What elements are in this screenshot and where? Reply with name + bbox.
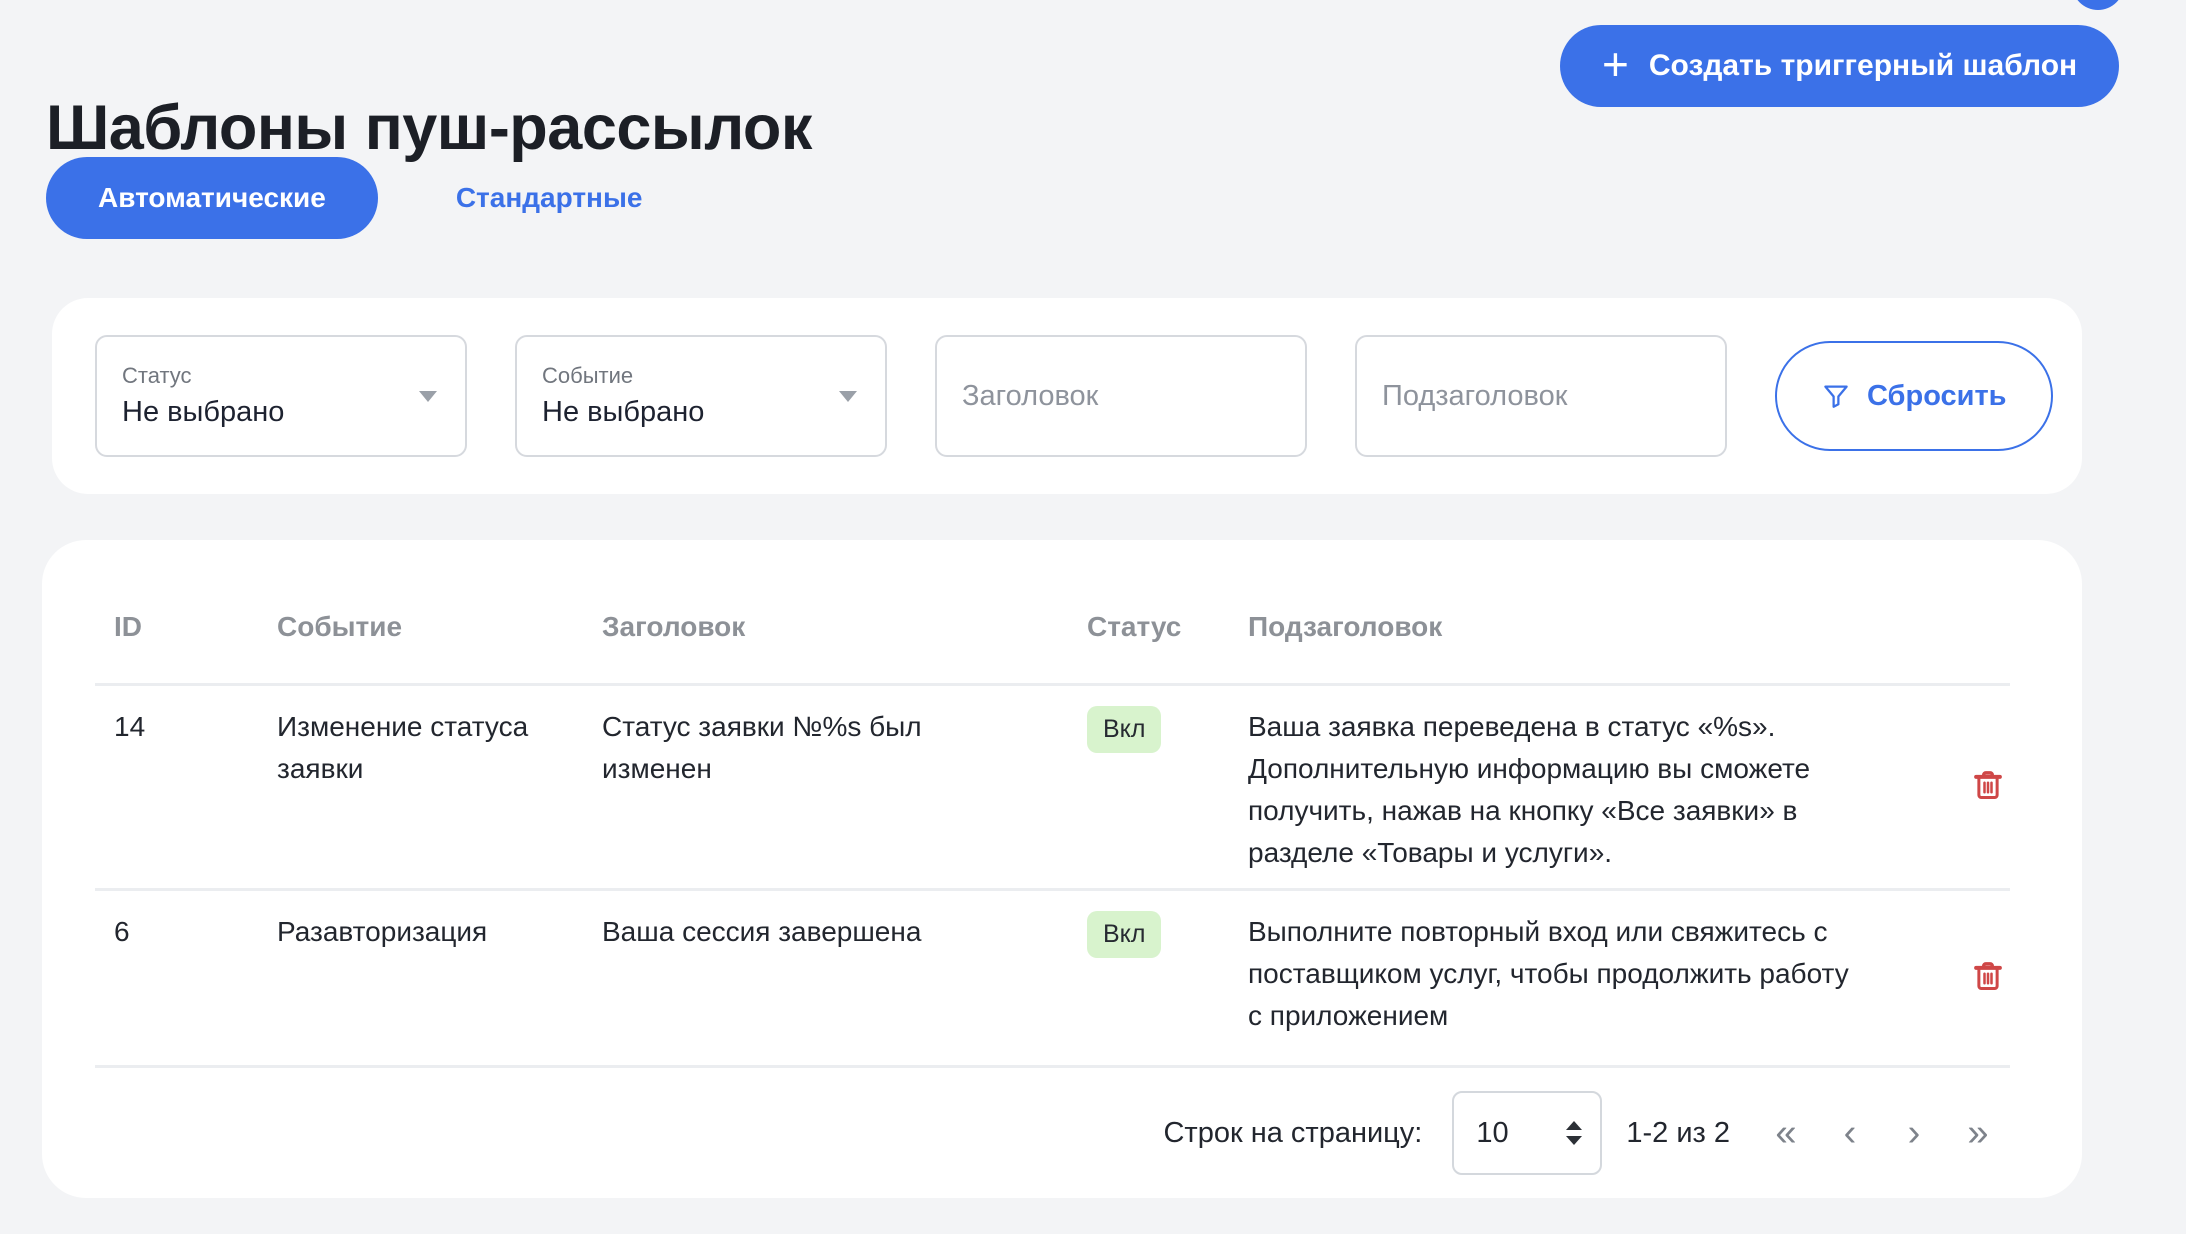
prev-page-button[interactable]: ‹ <box>1818 1101 1882 1165</box>
chevron-down-icon <box>839 391 857 402</box>
filter-funnel-icon <box>1821 381 1851 411</box>
status-filter-select[interactable]: Статус Не выбрано <box>95 335 467 457</box>
rows-per-page-value: 10 <box>1476 1117 1508 1150</box>
chevron-down-icon <box>419 391 437 402</box>
cell-id: 6 <box>95 911 258 1051</box>
reset-filters-label: Сбросить <box>1867 380 2007 413</box>
rows-per-page-select[interactable]: 10 <box>1452 1091 1602 1175</box>
cell-id: 14 <box>95 706 258 874</box>
trash-icon <box>1968 956 2008 996</box>
event-filter-label: Событие <box>542 363 825 389</box>
filters-panel: Статус Не выбрано Событие Не выбрано Сбр… <box>52 298 2082 494</box>
rows-per-page-label: Строк на страницу: <box>1163 1117 1422 1150</box>
subtitle-filter-field <box>1355 335 1727 457</box>
first-page-button[interactable]: « <box>1754 1101 1818 1165</box>
cell-event: Разавторизация <box>258 911 583 1051</box>
templates-table: ID Событие Заголовок Статус Подзаголовок… <box>42 540 2082 1198</box>
last-page-button[interactable]: » <box>1946 1101 2010 1165</box>
table-row: 6 Разавторизация Ваша сессия завершена В… <box>95 888 2010 1065</box>
pagination-range: 1-2 из 2 <box>1626 1117 1730 1150</box>
event-filter-select[interactable]: Событие Не выбрано <box>515 335 887 457</box>
table-pagination: Строк на страницу: 10 1-2 из 2 « ‹ › » <box>95 1065 2010 1198</box>
status-filter-value: Не выбрано <box>122 396 405 429</box>
select-spinner-icon <box>1566 1121 1582 1145</box>
reset-filters-button[interactable]: Сбросить <box>1775 341 2053 451</box>
create-trigger-template-label: Создать триггерный шаблон <box>1649 49 2077 83</box>
trash-icon <box>1968 765 2008 805</box>
column-header-status: Статус <box>1068 611 1248 643</box>
pagination-arrows: « ‹ › » <box>1754 1101 2010 1165</box>
cell-actions <box>1966 763 2010 817</box>
cell-subtitle: Ваша заявка переведена в статус «%s». До… <box>1248 706 1888 874</box>
cell-title: Статус заявки №%s был изменен <box>583 706 1068 874</box>
cell-event: Изменение статуса заявки <box>258 706 583 874</box>
column-header-id: ID <box>95 611 258 643</box>
status-badge: Вкл <box>1087 911 1161 958</box>
delete-template-button[interactable] <box>1966 763 2010 807</box>
column-header-event: Событие <box>258 611 583 643</box>
create-trigger-template-button[interactable]: + Создать триггерный шаблон <box>1560 25 2119 107</box>
tab-standard[interactable]: Стандартные <box>456 182 643 214</box>
cell-title: Ваша сессия завершена <box>583 911 1068 1051</box>
delete-template-button[interactable] <box>1966 954 2010 998</box>
subtitle-filter-input[interactable] <box>1357 337 1725 455</box>
next-page-button[interactable]: › <box>1882 1101 1946 1165</box>
cell-subtitle: Выполните повторный вход или свяжитесь с… <box>1248 911 1888 1051</box>
cell-status: Вкл <box>1068 911 1248 1051</box>
avatar[interactable] <box>2072 0 2124 10</box>
table-header-row: ID Событие Заголовок Статус Подзаголовок <box>95 540 2010 683</box>
column-header-subtitle: Подзаголовок <box>1248 611 1888 643</box>
column-header-title: Заголовок <box>583 611 1068 643</box>
event-filter-value: Не выбрано <box>542 396 825 429</box>
title-filter-input[interactable] <box>937 337 1305 455</box>
table-row: 14 Изменение статуса заявки Статус заявк… <box>95 683 2010 888</box>
tab-automatic[interactable]: Автоматические <box>46 157 378 239</box>
status-badge: Вкл <box>1087 706 1161 753</box>
plus-icon: + <box>1602 41 1629 87</box>
page-title: Шаблоны пуш-рассылок <box>46 92 812 164</box>
template-type-tabs: Автоматические Стандартные <box>46 157 642 239</box>
cell-actions <box>1966 954 2010 1008</box>
cell-status: Вкл <box>1068 706 1248 874</box>
status-filter-label: Статус <box>122 363 405 389</box>
title-filter-field <box>935 335 1307 457</box>
push-templates-page: Шаблоны пуш-рассылок + Создать триггерны… <box>0 0 2186 1234</box>
